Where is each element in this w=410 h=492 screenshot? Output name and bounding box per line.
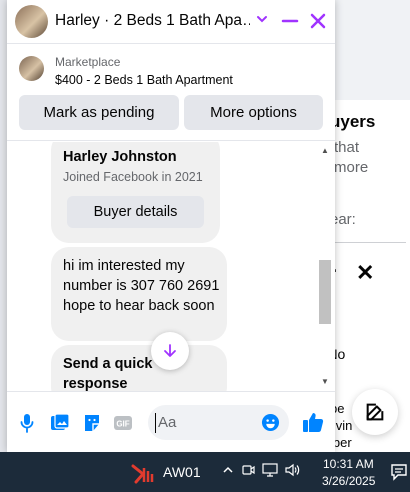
minimize-icon[interactable] — [281, 12, 299, 30]
listing-thumbnail[interactable] — [19, 56, 44, 81]
thumbs-up-icon[interactable] — [302, 411, 324, 433]
taskbar-app-label[interactable]: AW01 — [163, 464, 201, 480]
scroll-up-arrow-icon[interactable]: ▲ — [321, 146, 329, 155]
svg-text:GIF: GIF — [116, 420, 129, 429]
photo-icon[interactable] — [50, 413, 70, 433]
scroll-to-bottom-button[interactable] — [151, 332, 189, 370]
quick-response-title: Send a quick response — [63, 356, 153, 391]
camera-icon[interactable] — [241, 463, 255, 477]
avatar[interactable] — [15, 5, 48, 38]
notification-icon[interactable] — [390, 463, 408, 481]
quick-response-card[interactable]: Send a quick response — [51, 345, 227, 391]
compose-icon — [366, 403, 384, 421]
chat-title[interactable]: Harley · 2 Beds 1 Bath Apa… — [55, 12, 250, 30]
emoji-icon[interactable] — [261, 413, 280, 432]
network-icon[interactable] — [262, 463, 278, 477]
gif-icon[interactable]: GIF — [113, 413, 133, 433]
buyer-joined-text: Joined Facebook in 2021 — [63, 170, 203, 184]
text-caret — [155, 413, 156, 433]
windows-taskbar: AW01 10:31 AM 3/26/2025 — [0, 452, 410, 492]
clock-time[interactable]: 10:31 AM — [323, 457, 374, 471]
system-tray — [222, 463, 301, 477]
close-chat-icon[interactable] — [308, 11, 328, 31]
buyer-name: Harley Johnston — [63, 149, 177, 165]
volume-icon[interactable] — [285, 463, 301, 477]
scrollbar-thumb[interactable] — [319, 260, 331, 324]
sticker-icon[interactable] — [82, 413, 102, 433]
mark-as-pending-button[interactable]: Mark as pending — [19, 95, 179, 130]
chat-header: Harley · 2 Beds 1 Bath Apa… — [7, 0, 335, 44]
message-thread[interactable]: Harley Johnston Joined Facebook in 2021 … — [7, 142, 335, 391]
clock-date[interactable]: 3/26/2025 — [322, 474, 375, 488]
message-composer: GIF — [7, 391, 335, 452]
messenger-chat-window: Harley · 2 Beds 1 Bath Apa… Marketplace … — [7, 0, 335, 452]
buyer-details-button[interactable]: Buyer details — [67, 196, 204, 228]
close-icon[interactable]: ✕ — [356, 260, 374, 286]
message-bubble: hi im interested my number is 307 760 26… — [51, 247, 227, 341]
chevron-down-icon[interactable] — [256, 13, 268, 25]
buyer-profile-card: Harley Johnston Joined Facebook in 2021 … — [51, 142, 220, 243]
app-taskbar-icon[interactable] — [131, 462, 157, 484]
chevron-up-icon[interactable] — [222, 464, 234, 476]
more-options-button[interactable]: More options — [184, 95, 323, 130]
listing-price-title[interactable]: $400 - 2 Beds 1 Bath Apartment — [55, 73, 233, 87]
microphone-icon[interactable] — [20, 413, 34, 433]
right-card-text: that more — [334, 139, 369, 176]
message-text: hi im interested my number is 307 760 26… — [63, 258, 220, 314]
thread-scrollbar[interactable]: ▲ ▼ — [318, 142, 332, 391]
new-message-button[interactable] — [352, 389, 398, 435]
listing-summary: Marketplace $400 - 2 Beds 1 Bath Apartme… — [7, 45, 335, 141]
arrow-down-icon — [164, 344, 176, 357]
listing-category: Marketplace — [55, 55, 121, 69]
scroll-down-arrow-icon[interactable]: ▼ — [321, 377, 329, 386]
right-card-heading: uyers — [330, 112, 376, 131]
